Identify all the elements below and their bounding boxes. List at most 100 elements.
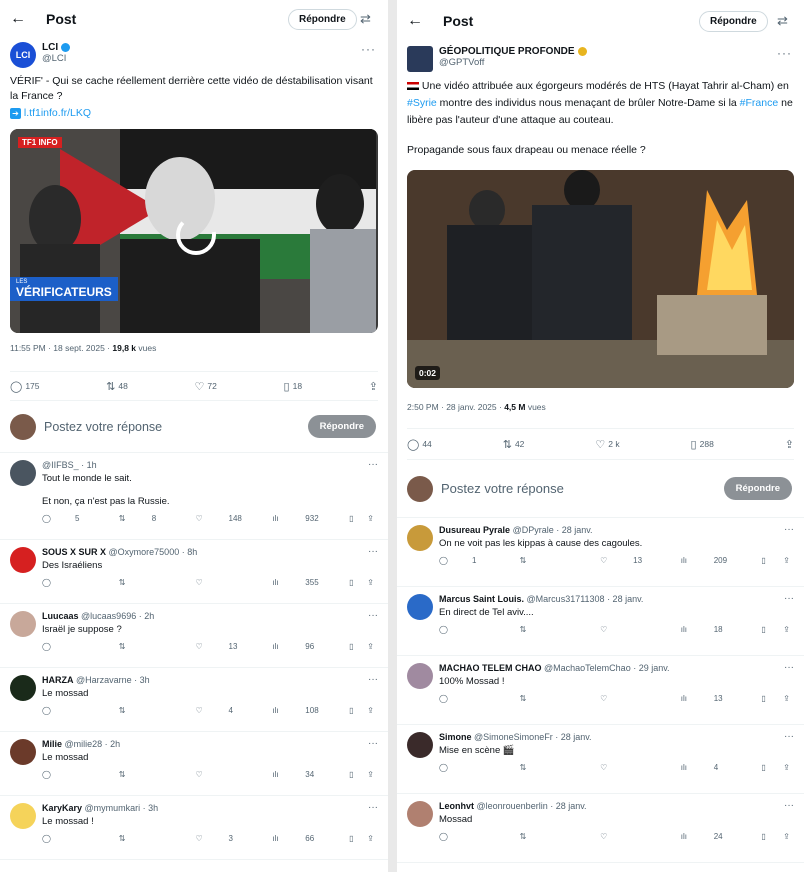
reply-share-icon[interactable]: ⇪ xyxy=(367,770,374,779)
reply-author-name[interactable]: Leonhvt xyxy=(439,801,474,811)
reply-like-action[interactable]: ♡ 148 xyxy=(196,514,259,523)
reply-bookmark-icon[interactable]: ▯ xyxy=(761,556,765,565)
reply-share-icon[interactable]: ⇪ xyxy=(783,763,790,772)
reply-reply-action[interactable]: ◯ xyxy=(439,832,502,841)
reply-bookmark-icon[interactable]: ▯ xyxy=(761,625,765,634)
post-time[interactable]: 2:50 PM · 28 janv. 2025 · xyxy=(407,402,504,412)
reply-row[interactable]: MACHAO TELEM CHAO @MachaoTelemChao · 29 … xyxy=(397,656,804,725)
reply-repost-action[interactable]: ⇅ 8 xyxy=(119,514,182,523)
reply-repost-action[interactable]: ⇅ xyxy=(520,832,583,841)
settings-sliders-icon[interactable]: ⇄ xyxy=(777,13,788,29)
reply-like-action[interactable]: ♡ 3 xyxy=(196,834,259,843)
post-link[interactable]: l.tf1info.fr/LKQ xyxy=(24,107,91,119)
reply-bookmark-icon[interactable]: ▯ xyxy=(349,642,353,651)
reply-row[interactable]: HARZA @Harzavarne · 3h Le mossad ◯ ⇅ ♡ 4 ılı 10… xyxy=(0,668,388,732)
reply-share-icon[interactable]: ⇪ xyxy=(783,694,790,703)
reply-reply-action[interactable]: ◯ 5 xyxy=(42,514,105,523)
reply-views-action[interactable]: ılı 18 xyxy=(681,625,744,634)
lci-avatar[interactable]: LCI xyxy=(10,42,36,68)
reply-author-name[interactable]: Simone xyxy=(439,732,472,742)
reply-like-action[interactable]: ♡ xyxy=(600,763,663,772)
reply-share-icon[interactable]: ⇪ xyxy=(367,706,374,715)
reply-author-name[interactable]: Marcus Saint Louis. xyxy=(439,594,524,604)
reply-like-action[interactable]: ♡ xyxy=(196,770,259,779)
reply-avatar[interactable] xyxy=(407,663,433,689)
more-options-icon[interactable]: ··· xyxy=(368,459,378,470)
reply-author-name[interactable]: KaryKary xyxy=(42,803,82,813)
reply-views-action[interactable]: ılı 4 xyxy=(681,763,744,772)
reply-repost-action[interactable]: ⇅ xyxy=(119,642,182,651)
reply-repost-action[interactable]: ⇅ xyxy=(520,694,583,703)
reply-repost-action[interactable]: ⇅ xyxy=(119,578,182,587)
video-thumbnail[interactable]: TF1 INFO LES VÉRIFICATEURS xyxy=(10,129,378,333)
reply-handle[interactable]: @DPyrale · 28 janv. xyxy=(513,525,593,535)
reply-handle[interactable]: @Marcus31711308 · 28 janv. xyxy=(527,594,644,604)
reply-row[interactable]: Marcus Saint Louis. @Marcus31711308 · 28… xyxy=(397,587,804,656)
reply-handle[interactable]: @MachaoTelemChao · 29 janv. xyxy=(544,663,670,673)
reply-reply-action[interactable]: ◯ xyxy=(42,642,105,651)
reply-repost-action[interactable]: ⇅ xyxy=(520,556,583,565)
reply-like-action[interactable]: ♡ xyxy=(196,578,259,587)
reply-share-icon[interactable]: ⇪ xyxy=(783,832,790,841)
reply-like-action[interactable]: ♡ 13 xyxy=(600,556,663,565)
reply-views-action[interactable]: ılı 34 xyxy=(272,770,335,779)
reply-row[interactable]: SOUS X SUR X @Oxymore75000 · 8h Des Israé… xyxy=(0,540,388,604)
bookmark-action[interactable]: ▯ 288 xyxy=(691,438,714,451)
reply-input[interactable]: Postez votre réponse xyxy=(441,481,564,496)
more-options-icon[interactable]: ··· xyxy=(368,802,378,813)
reply-action[interactable]: ◯ 175 xyxy=(10,380,40,393)
reply-repost-action[interactable]: ⇅ xyxy=(119,770,182,779)
more-options-icon[interactable]: ··· xyxy=(368,738,378,749)
reply-row[interactable]: Milie @milie28 · 2h Le mossad ◯ ⇅ ♡ ılı 34 ▯ ⇪ ··… xyxy=(0,732,388,796)
video-thumbnail[interactable]: 0:02 xyxy=(407,170,794,388)
repost-action[interactable]: ⇅ 42 xyxy=(503,438,525,451)
reply-row[interactable]: Luucaas @lucaas9696 · 2h Israël je suppos… xyxy=(0,604,388,668)
reply-action[interactable]: ◯ 44 xyxy=(407,438,432,451)
reply-author-name[interactable]: Milie xyxy=(42,739,62,749)
more-options-icon[interactable]: ··· xyxy=(784,662,794,673)
reply-header-button[interactable]: Répondre xyxy=(288,9,357,30)
reply-reply-action[interactable]: ◯ xyxy=(439,625,502,634)
reply-views-action[interactable]: ılı 24 xyxy=(681,832,744,841)
reply-avatar[interactable] xyxy=(407,801,433,827)
gpt-avatar[interactable] xyxy=(407,46,433,72)
reply-avatar[interactable] xyxy=(407,594,433,620)
reply-like-action[interactable]: ♡ xyxy=(600,625,663,634)
like-action[interactable]: ♡ 72 xyxy=(195,380,217,393)
reply-views-action[interactable]: ılı 66 xyxy=(272,834,335,843)
reply-share-icon[interactable]: ⇪ xyxy=(367,514,374,523)
reply-like-action[interactable]: ♡ 13 xyxy=(196,642,259,651)
reply-author-name[interactable]: SOUS X SUR X xyxy=(42,547,106,557)
reply-share-icon[interactable]: ⇪ xyxy=(783,556,790,565)
reply-avatar[interactable] xyxy=(10,547,36,573)
back-arrow-icon[interactable]: ← xyxy=(10,10,36,28)
reply-share-icon[interactable]: ⇪ xyxy=(367,578,374,587)
hashtag-syrie[interactable]: #Syrie xyxy=(407,97,437,109)
reply-author-name[interactable]: Luucaas xyxy=(42,611,79,621)
reply-row[interactable]: Leonhvt @leonrouenberlin · 28 janv. Mossa… xyxy=(397,794,804,863)
reply-handle[interactable]: @milie28 · 2h xyxy=(65,739,121,749)
author-handle[interactable]: @LCI xyxy=(42,53,70,64)
more-options-icon[interactable]: ··· xyxy=(368,610,378,621)
reply-bookmark-icon[interactable]: ▯ xyxy=(349,834,353,843)
reply-views-action[interactable]: ılı 355 xyxy=(272,578,335,587)
more-options-icon[interactable]: ··· xyxy=(368,546,378,557)
reply-reply-action[interactable]: ◯ xyxy=(42,706,105,715)
hashtag-france[interactable]: #France xyxy=(740,97,779,109)
reply-bookmark-icon[interactable]: ▯ xyxy=(349,514,353,523)
reply-avatar[interactable] xyxy=(10,739,36,765)
share-action[interactable]: ⇪ xyxy=(369,380,378,393)
bookmark-action[interactable]: ▯ 18 xyxy=(284,380,303,393)
like-action[interactable]: ♡ 2 k xyxy=(595,438,619,451)
reply-bookmark-icon[interactable]: ▯ xyxy=(761,694,765,703)
more-options-icon[interactable]: ··· xyxy=(361,42,376,56)
reply-avatar[interactable] xyxy=(10,460,36,486)
reply-reply-action[interactable]: ◯ xyxy=(439,694,502,703)
more-options-icon[interactable]: ··· xyxy=(784,731,794,742)
reply-handle[interactable]: @Oxymore75000 · 8h xyxy=(109,547,198,557)
reply-repost-action[interactable]: ⇅ xyxy=(119,706,182,715)
reply-handle[interactable]: @leonrouenberlin · 28 janv. xyxy=(477,801,587,811)
reply-like-action[interactable]: ♡ 4 xyxy=(196,706,259,715)
reply-author-name[interactable]: MACHAO TELEM CHAO xyxy=(439,663,542,673)
author-name[interactable]: LCI xyxy=(42,42,58,53)
